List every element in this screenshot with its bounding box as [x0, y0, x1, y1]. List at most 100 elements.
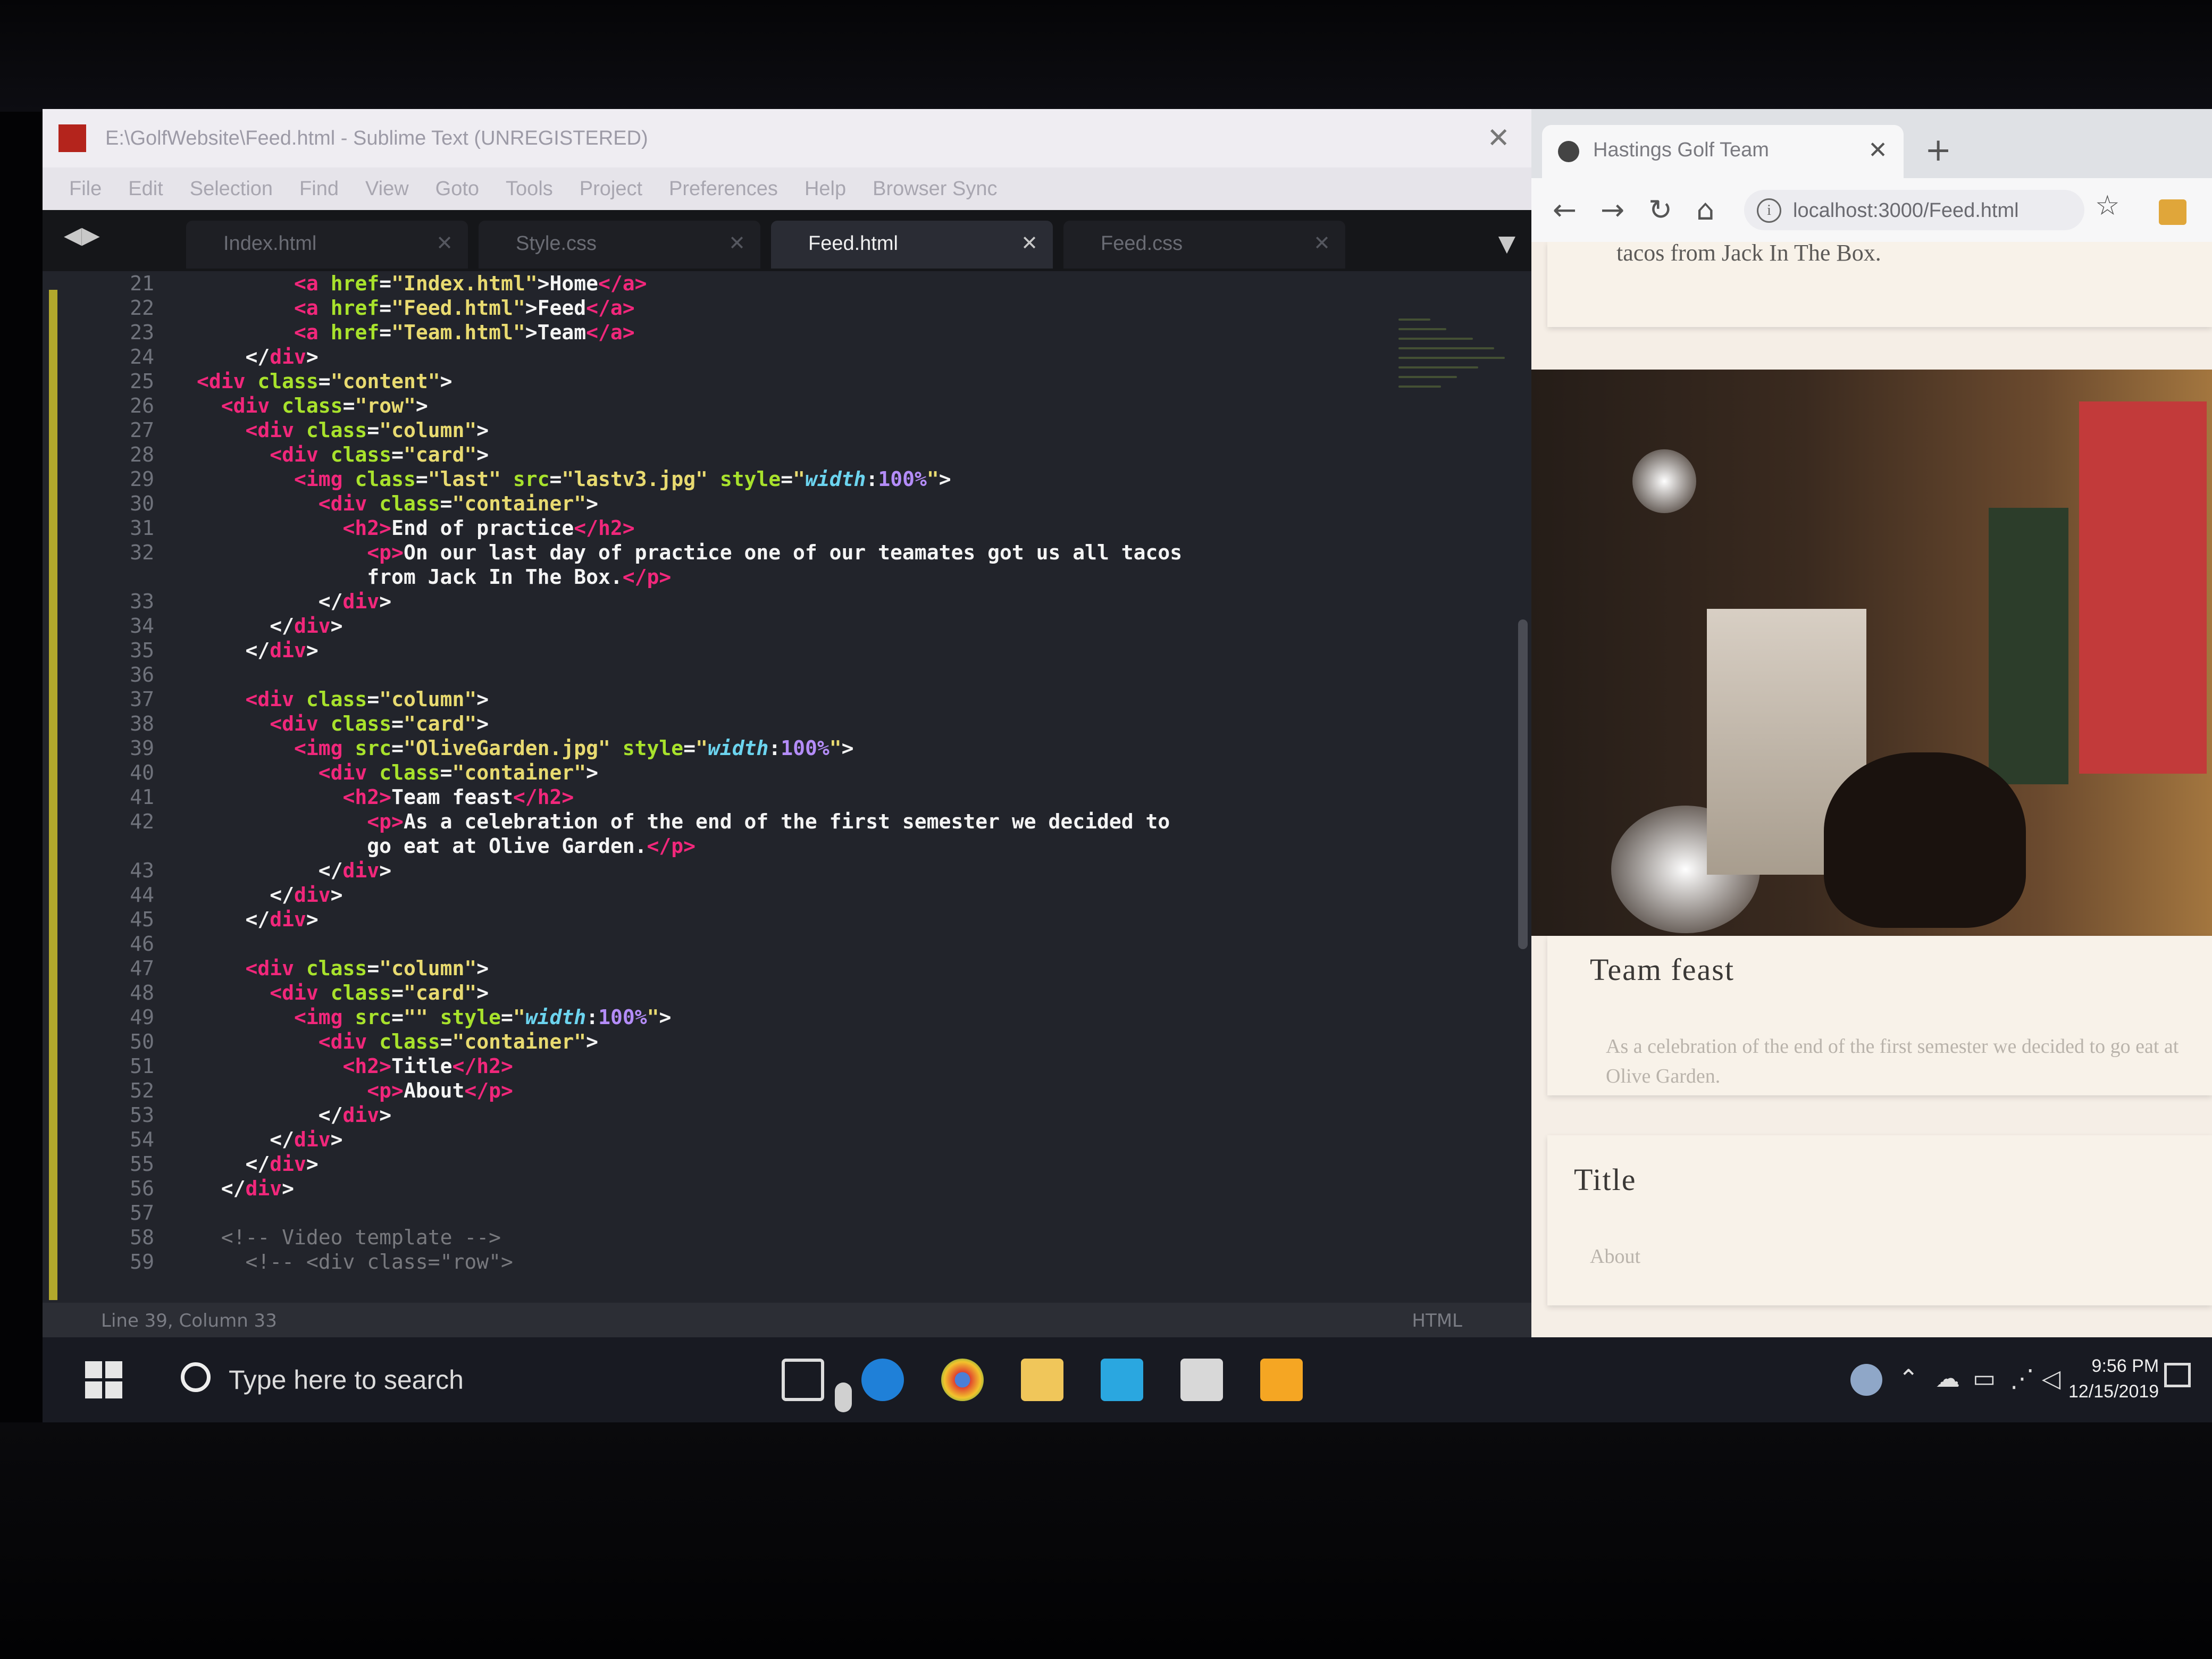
- code-line[interactable]: 57: [43, 1201, 1531, 1225]
- menu-tools[interactable]: Tools: [506, 178, 553, 200]
- menu-help[interactable]: Help: [805, 178, 846, 200]
- code-line[interactable]: 30 <div class="container">: [43, 491, 1531, 516]
- code-line[interactable]: 46: [43, 932, 1531, 956]
- bookmark-star-icon[interactable]: ☆: [2095, 190, 2120, 222]
- search-placeholder: Type here to search: [229, 1365, 464, 1395]
- code-text: <!-- <div class="row">: [245, 1250, 513, 1273]
- mail-icon[interactable]: [1180, 1359, 1223, 1401]
- menu-project[interactable]: Project: [580, 178, 642, 200]
- battery-icon[interactable]: ▭: [1973, 1364, 1996, 1393]
- code-line[interactable]: 24 </div>: [43, 345, 1531, 369]
- menu-selection[interactable]: Selection: [190, 178, 273, 200]
- photo-menu-board: [1989, 508, 2068, 784]
- code-line[interactable]: 34 </div>: [43, 614, 1531, 638]
- code-line[interactable]: 26 <div class="row">: [43, 393, 1531, 418]
- network-icon[interactable]: ⋰: [2010, 1364, 2034, 1393]
- code-line[interactable]: 25 <div class="content">: [43, 369, 1531, 393]
- syntax-selector[interactable]: HTML: [1412, 1310, 1462, 1331]
- code-line[interactable]: 23 <a href="Team.html">Team</a>: [43, 320, 1531, 345]
- code-line[interactable]: 45 </div>: [43, 907, 1531, 932]
- code-line[interactable]: 29 <img class="last" src="lastv3.jpg" st…: [43, 467, 1531, 491]
- tab-style-css[interactable]: Style.css ✕: [479, 221, 760, 269]
- tab-close-icon[interactable]: ✕: [1021, 231, 1038, 255]
- back-arrow-icon[interactable]: ←: [1553, 193, 1577, 227]
- home-icon[interactable]: ⌂: [1696, 193, 1714, 227]
- code-line[interactable]: 22 <a href="Feed.html">Feed</a>: [43, 296, 1531, 320]
- code-line[interactable]: 27 <div class="column">: [43, 418, 1531, 442]
- code-line[interactable]: 43 </div>: [43, 858, 1531, 883]
- tab-nav-arrows-icon[interactable]: ◀▶: [64, 222, 100, 249]
- forward-arrow-icon[interactable]: →: [1601, 193, 1624, 227]
- tab-feed-css[interactable]: Feed.css ✕: [1063, 221, 1345, 269]
- windows-start-icon[interactable]: [85, 1361, 122, 1398]
- code-line[interactable]: 39 <img src="OliveGarden.jpg" style="wid…: [43, 736, 1531, 760]
- menu-view[interactable]: View: [365, 178, 409, 200]
- help-icon[interactable]: [1850, 1364, 1882, 1396]
- code-line[interactable]: 59 <!-- <div class="row">: [43, 1250, 1531, 1274]
- code-line[interactable]: 49 <img src="" style="width:100%">: [43, 1005, 1531, 1029]
- tab-close-icon[interactable]: ✕: [728, 231, 745, 255]
- new-tab-plus-icon[interactable]: +: [1925, 131, 1951, 169]
- microphone-icon[interactable]: [835, 1382, 852, 1412]
- tab-close-icon[interactable]: ✕: [436, 231, 453, 255]
- chevron-up-icon[interactable]: ⌃: [1898, 1364, 1919, 1393]
- code-line[interactable]: 41 <h2>Team feast</h2>: [43, 785, 1531, 809]
- code-area[interactable]: 21 <a href="Index.html">Home</a> 22 <a hr…: [43, 271, 1531, 1274]
- menu-file[interactable]: File: [69, 178, 102, 200]
- code-line[interactable]: 40 <div class="container">: [43, 760, 1531, 785]
- code-line[interactable]: 47 <div class="column">: [43, 956, 1531, 981]
- code-line[interactable]: from Jack In The Box.</p>: [43, 565, 1531, 589]
- taskbar-search[interactable]: Type here to search: [175, 1356, 852, 1412]
- code-line[interactable]: 51 <h2>Title</h2>: [43, 1054, 1531, 1078]
- photo-ceiling-light: [1632, 449, 1696, 513]
- sublime-taskbar-icon[interactable]: [1260, 1359, 1303, 1401]
- code-line[interactable]: 42 <p>As a celebration of the end of the…: [43, 809, 1531, 834]
- tab-dropdown-icon[interactable]: ▼: [1498, 230, 1515, 256]
- code-line[interactable]: 53 </div>: [43, 1103, 1531, 1127]
- notification-center-icon[interactable]: [2164, 1363, 2191, 1387]
- tab-index-html[interactable]: Index.html ✕: [186, 221, 468, 269]
- chrome-taskbar-icon[interactable]: [941, 1359, 984, 1401]
- code-line[interactable]: 36: [43, 663, 1531, 687]
- code-line[interactable]: 28 <div class="card">: [43, 442, 1531, 467]
- file-explorer-icon[interactable]: [1021, 1359, 1063, 1401]
- code-line[interactable]: 44 </div>: [43, 883, 1531, 907]
- extension-icon[interactable]: [2159, 199, 2186, 225]
- address-bar[interactable]: i localhost:3000/Feed.html: [1744, 190, 2084, 230]
- tab-feed-html[interactable]: Feed.html ✕: [771, 221, 1053, 269]
- minimap[interactable]: [1398, 311, 1531, 694]
- tab-close-icon[interactable]: ✕: [1313, 231, 1330, 255]
- code-line[interactable]: 38 <div class="card">: [43, 711, 1531, 736]
- menu-preferences[interactable]: Preferences: [669, 178, 778, 200]
- menu-edit[interactable]: Edit: [128, 178, 163, 200]
- code-line[interactable]: 32 <p>On our last day of practice one of…: [43, 540, 1531, 565]
- code-line[interactable]: 58 <!-- Video template -->: [43, 1225, 1531, 1250]
- onedrive-cloud-icon[interactable]: ☁: [1936, 1364, 1960, 1393]
- info-icon[interactable]: i: [1757, 198, 1781, 223]
- code-line[interactable]: 48 <div class="card">: [43, 981, 1531, 1005]
- code-line[interactable]: go eat at Olive Garden.</p>: [43, 834, 1531, 858]
- code-line[interactable]: 54 </div>: [43, 1127, 1531, 1152]
- chrome-tab[interactable]: Hastings Golf Team ✕: [1542, 125, 1904, 178]
- code-line[interactable]: 37 <div class="column">: [43, 687, 1531, 711]
- task-view-icon[interactable]: [782, 1359, 824, 1401]
- editor-scrollbar[interactable]: [1518, 619, 1528, 949]
- menu-find[interactable]: Find: [299, 178, 339, 200]
- code-line[interactable]: 31 <h2>End of practice</h2>: [43, 516, 1531, 540]
- menu-goto[interactable]: Goto: [435, 178, 479, 200]
- code-line[interactable]: 55 </div>: [43, 1152, 1531, 1176]
- menu-browser-sync[interactable]: Browser Sync: [873, 178, 997, 200]
- volume-icon[interactable]: ◁: [2042, 1364, 2060, 1393]
- window-close-icon[interactable]: ✕: [1487, 122, 1510, 154]
- code-line[interactable]: 52 <p>About</p>: [43, 1078, 1531, 1103]
- taskbar-clock[interactable]: 9:56 PM 12/15/2019: [2068, 1353, 2159, 1404]
- store-icon[interactable]: [1101, 1359, 1143, 1401]
- code-line[interactable]: 33 </div>: [43, 589, 1531, 614]
- reload-icon[interactable]: ↻: [1648, 193, 1672, 227]
- code-line[interactable]: 35 </div>: [43, 638, 1531, 663]
- edge-browser-icon[interactable]: [861, 1359, 904, 1401]
- chrome-tab-close-icon[interactable]: ✕: [1868, 137, 1888, 164]
- code-line[interactable]: 56 </div>: [43, 1176, 1531, 1201]
- code-line[interactable]: 21 <a href="Index.html">Home</a>: [43, 271, 1531, 296]
- code-line[interactable]: 50 <div class="container">: [43, 1029, 1531, 1054]
